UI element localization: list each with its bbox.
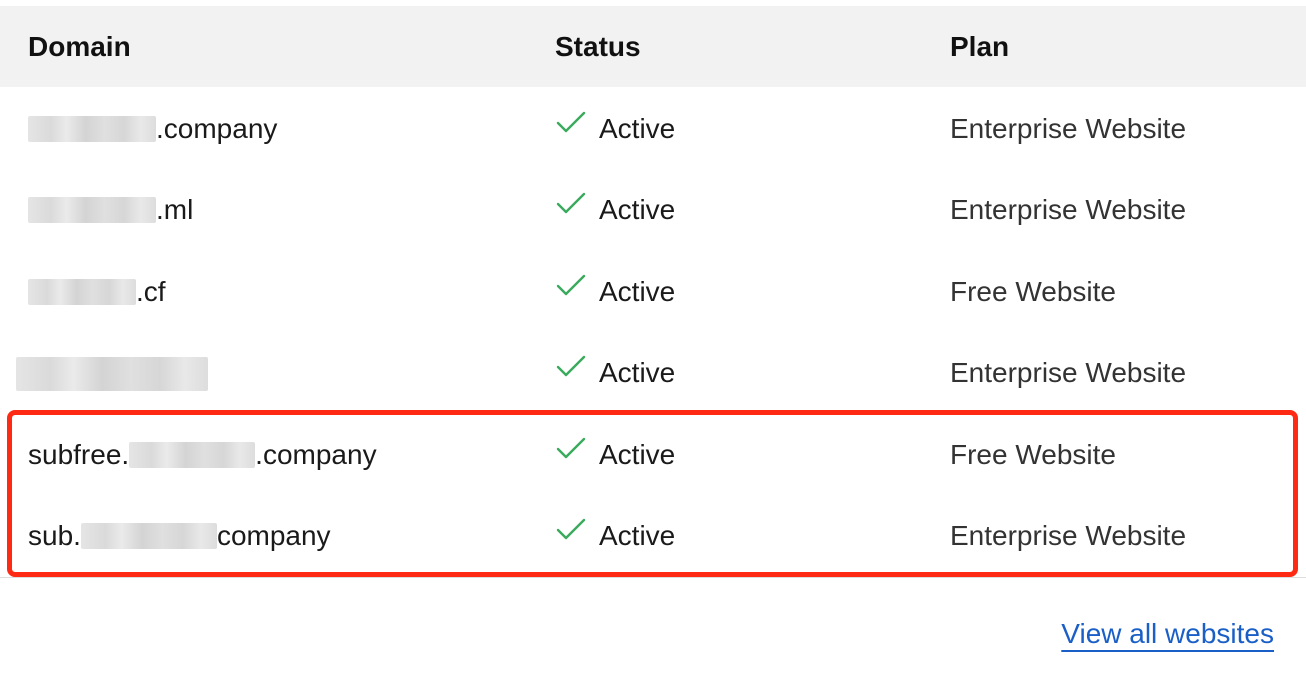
- status-label: Active: [599, 276, 676, 307]
- domain-cell: .ml: [28, 194, 193, 226]
- redacted-domain-blur: [28, 116, 156, 142]
- plan-cell: Enterprise Website: [950, 113, 1187, 144]
- column-header-status: Status: [555, 31, 641, 62]
- table-row[interactable]: sub. company Active Enterprise Website: [0, 496, 1306, 577]
- check-icon: [556, 192, 586, 214]
- status-cell: Active: [555, 437, 676, 471]
- check-icon: [556, 518, 586, 540]
- domain-prefix: subfree.: [28, 439, 130, 470]
- table-row[interactable]: .ml Active Enterprise Website: [0, 170, 1306, 251]
- status-label: Active: [599, 520, 676, 551]
- plan-cell: Free Website: [950, 276, 1116, 307]
- table-row[interactable]: .company Active Enterprise Website: [0, 89, 1306, 170]
- column-header-plan: Plan: [950, 31, 1010, 62]
- status-label: Active: [599, 194, 676, 225]
- domain-suffix: .company: [156, 113, 278, 144]
- status-cell: Active: [555, 274, 676, 308]
- plan-cell: Free Website: [950, 439, 1116, 470]
- plan-cell: Enterprise Website: [950, 194, 1187, 225]
- status-cell: Active: [555, 518, 676, 552]
- redacted-domain-blur: [28, 279, 136, 305]
- websites-table-page: Domain Status Plan .company Active Enter…: [0, 0, 1306, 682]
- domain-cell: .company: [28, 113, 277, 145]
- table-row[interactable]: Active Enterprise Website: [0, 333, 1306, 414]
- check-icon: [556, 355, 586, 377]
- domain-suffix: .company: [255, 439, 377, 470]
- view-all-websites-link[interactable]: View all websites: [1061, 618, 1274, 650]
- redacted-domain-blur: [28, 197, 156, 223]
- redacted-domain-blur: [16, 357, 208, 391]
- check-icon: [556, 274, 586, 296]
- domain-suffix: .ml: [156, 194, 194, 225]
- divider: [0, 577, 1306, 578]
- domain-cell: subfree. .company: [28, 439, 377, 471]
- domain-suffix: .cf: [136, 276, 166, 307]
- plan-cell: Enterprise Website: [950, 520, 1187, 551]
- table-row[interactable]: .cf Active Free Website: [0, 252, 1306, 333]
- domain-suffix: company: [216, 520, 331, 551]
- column-header-domain: Domain: [28, 31, 131, 62]
- status-cell: Active: [555, 355, 676, 389]
- table-row[interactable]: subfree. .company Active Free Website: [0, 415, 1306, 496]
- plan-cell: Enterprise Website: [950, 357, 1187, 388]
- check-icon: [556, 111, 586, 133]
- domain-cell: .cf: [28, 276, 166, 308]
- check-icon: [556, 437, 586, 459]
- redacted-domain-blur: [80, 523, 217, 549]
- status-cell: Active: [555, 111, 676, 145]
- domain-prefix: sub.: [28, 520, 81, 551]
- redacted-domain-blur: [129, 442, 256, 468]
- table-header: Domain Status Plan: [0, 6, 1306, 87]
- status-label: Active: [599, 357, 676, 388]
- domain-cell: sub. company: [28, 520, 331, 552]
- status-label: Active: [599, 439, 676, 470]
- status-cell: Active: [555, 192, 676, 226]
- status-label: Active: [599, 113, 676, 144]
- domain-cell: [16, 357, 208, 391]
